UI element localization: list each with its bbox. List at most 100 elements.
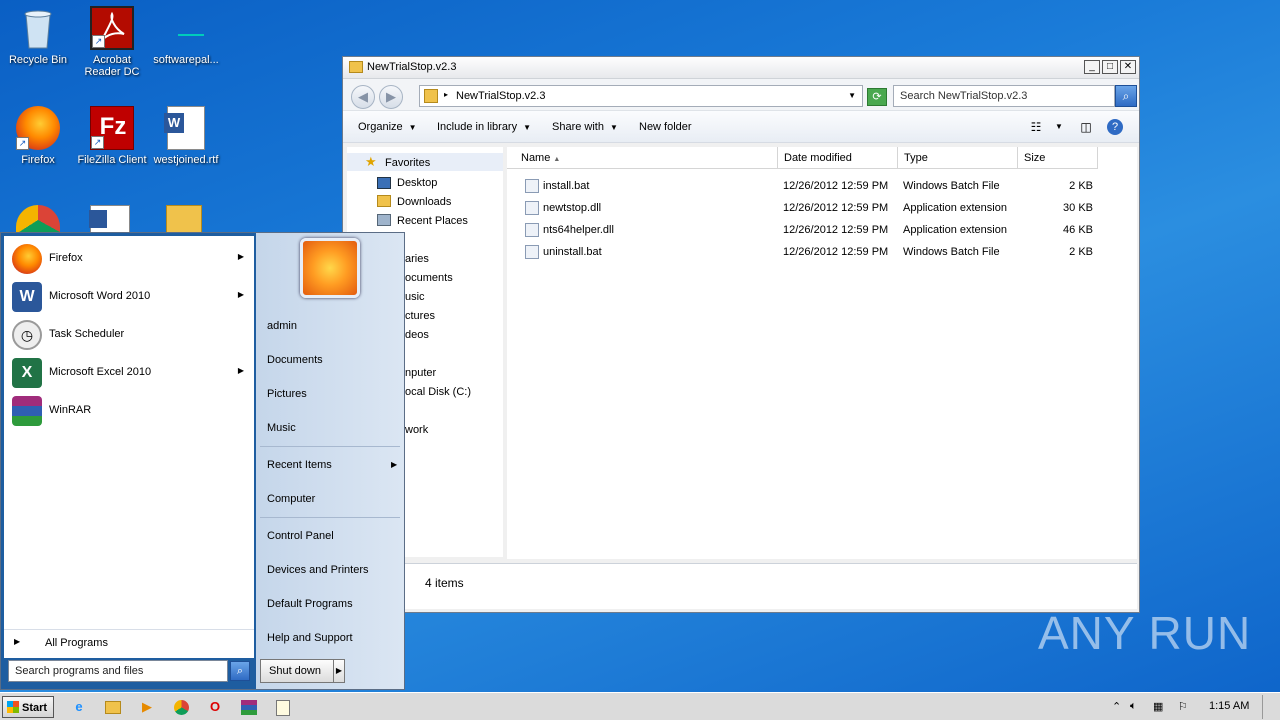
new-folder-button[interactable]: New folder (639, 121, 692, 133)
nav-libraries[interactable]: aries (405, 253, 429, 265)
share-with-menu[interactable]: Share with ▼ (552, 121, 618, 133)
place-default-programs[interactable]: Default Programs (267, 598, 353, 610)
column-header-type[interactable]: Type (898, 147, 1018, 169)
nav-desktop[interactable]: Desktop (397, 177, 437, 189)
start-menu: Firefox ▶ W Microsoft Word 2010 ▶ ◷ Task… (0, 232, 405, 690)
breadcrumb-arrow-icon[interactable]: ▸ (444, 90, 448, 99)
file-date: 12/26/2012 12:59 PM (783, 202, 889, 214)
submenu-arrow-icon[interactable]: ▶ (238, 366, 244, 375)
ie-icon[interactable]: e (66, 696, 92, 718)
excel-icon: X (12, 358, 42, 388)
nav-local-disk[interactable]: ocal Disk (C:) (405, 386, 471, 398)
program-label: WinRAR (49, 404, 92, 416)
column-header-name[interactable]: Name ▲ (507, 147, 778, 169)
nav-music[interactable]: usic (405, 291, 425, 303)
view-options-icon[interactable]: ☷ (1028, 119, 1044, 135)
place-music[interactable]: Music (267, 422, 296, 434)
place-recent-items[interactable]: Recent Items (267, 459, 332, 471)
user-avatar[interactable] (300, 238, 360, 298)
volume-icon[interactable]: 🔈︎ (1130, 700, 1137, 713)
nav-favorites[interactable]: Favorites (385, 157, 430, 169)
program-word[interactable]: W Microsoft Word 2010 ▶ (4, 278, 254, 314)
column-header-date-modified[interactable]: Date modified (778, 147, 898, 169)
file-type: Application extension (903, 224, 1007, 236)
place-help-support[interactable]: Help and Support (267, 632, 353, 644)
place-control-panel[interactable]: Control Panel (267, 530, 334, 542)
nav-network[interactable]: work (405, 424, 428, 436)
place-devices-printers[interactable]: Devices and Printers (267, 564, 369, 576)
shortcut-arrow-icon: ↗ (92, 35, 105, 48)
program-excel[interactable]: X Microsoft Excel 2010 ▶ (4, 354, 254, 390)
action-center-flag-icon[interactable]: ⚐ (1178, 700, 1188, 713)
taskbar: Start e ▶ O ⌃ 🔈︎ ▦ ⚐ 1:15 AM (0, 692, 1280, 720)
search-input[interactable]: Search NewTrialStop.v2.3 (893, 85, 1115, 107)
opera-icon[interactable]: O (202, 696, 228, 718)
all-programs-label: All Programs (45, 637, 108, 649)
clock[interactable]: 1:15 AM (1209, 700, 1249, 712)
nav-downloads[interactable]: Downloads (397, 196, 451, 208)
explorer-titlebar[interactable]: NewTrialStop.v2.3 _ □ ✕ (343, 57, 1139, 79)
place-computer[interactable]: Computer (267, 493, 315, 505)
table-row[interactable]: nts64helper.dll 12/26/2012 12:59 PM Appl… (507, 219, 1137, 241)
notepad-icon[interactable] (270, 696, 296, 718)
nav-recent-places[interactable]: Recent Places (397, 215, 468, 227)
address-bar[interactable]: ▸ NewTrialStop.v2.3 ▼ (419, 85, 863, 107)
desktop-icon-folder-partial[interactable] (166, 205, 202, 233)
winrar-icon[interactable] (236, 696, 262, 718)
include-in-library-menu[interactable]: Include in library ▼ (437, 121, 531, 133)
desktop-icon-word-partial[interactable] (89, 205, 130, 233)
desktop-icon-filezilla[interactable]: Fz ↗ FileZilla Client (74, 106, 150, 166)
column-header-size[interactable]: Size (1018, 147, 1098, 169)
chevron-down-icon[interactable]: ▼ (848, 91, 856, 100)
desktop-icon-softwarepal[interactable]: softwarepal... (148, 6, 224, 66)
shutdown-options-arrow-icon[interactable]: ▶ (333, 659, 345, 683)
desktop-icon-westjoined[interactable]: W westjoined.rtf (148, 106, 224, 166)
start-menu-places: admin Documents Pictures Music Recent It… (256, 233, 404, 689)
forward-button[interactable]: ▶ (379, 85, 403, 109)
show-hidden-icons-icon[interactable]: ⌃ (1112, 700, 1121, 713)
all-programs-button[interactable]: ▶ All Programs (4, 629, 254, 655)
chevron-down-icon[interactable]: ▼ (1051, 119, 1067, 135)
table-row[interactable]: newtstop.dll 12/26/2012 12:59 PM Applica… (507, 197, 1137, 219)
desktop-icon-firefox[interactable]: ↗ Firefox (0, 106, 76, 166)
nav-documents[interactable]: ocuments (405, 272, 453, 284)
program-winrar[interactable]: WinRAR (4, 392, 254, 428)
place-documents[interactable]: Documents (267, 354, 323, 366)
nav-videos[interactable]: deos (405, 329, 429, 341)
maximize-button[interactable]: □ (1102, 60, 1118, 74)
program-firefox[interactable]: Firefox ▶ (4, 240, 254, 276)
show-desktop-button[interactable] (1262, 695, 1278, 719)
close-button[interactable]: ✕ (1120, 60, 1136, 74)
submenu-arrow-icon[interactable]: ▶ (238, 290, 244, 299)
file-size: 2 KB (1069, 180, 1093, 192)
place-user[interactable]: admin (267, 320, 297, 332)
program-task-scheduler[interactable]: ◷ Task Scheduler (4, 316, 254, 352)
help-icon[interactable]: ? (1107, 119, 1123, 135)
start-button[interactable]: Start (2, 696, 54, 718)
desktop-icon-acrobat[interactable]: ↗ Acrobat Reader DC (74, 6, 150, 78)
explorer-window[interactable]: NewTrialStop.v2.3 _ □ ✕ ◀ ▶ ▸ NewTrialSt… (342, 56, 1140, 613)
submenu-arrow-icon[interactable]: ▶ (391, 460, 397, 469)
desktop-icon-chrome-partial[interactable] (16, 205, 60, 235)
table-row[interactable]: uninstall.bat 12/26/2012 12:59 PM Window… (507, 241, 1137, 263)
back-button[interactable]: ◀ (351, 85, 375, 109)
nav-pictures[interactable]: ctures (405, 310, 435, 322)
search-icon[interactable]: ⌕ (1115, 85, 1137, 107)
desktop-icon-recycle-bin[interactable]: Recycle Bin (0, 6, 76, 66)
clock-icon: ◷ (12, 320, 42, 350)
refresh-button[interactable]: ⟳ (867, 88, 887, 106)
place-pictures[interactable]: Pictures (267, 388, 307, 400)
chrome-icon[interactable] (168, 696, 194, 718)
submenu-arrow-icon[interactable]: ▶ (238, 252, 244, 261)
organize-menu[interactable]: Organize ▼ (358, 121, 417, 133)
start-search-input[interactable]: Search programs and files (8, 660, 228, 682)
minimize-button[interactable]: _ (1084, 60, 1100, 74)
search-icon[interactable]: ⌕ (230, 661, 250, 681)
explorer-folder-icon[interactable] (100, 696, 126, 718)
table-row[interactable]: install.bat 12/26/2012 12:59 PM Windows … (507, 175, 1137, 197)
nav-computer[interactable]: nputer (405, 367, 436, 379)
media-player-icon[interactable]: ▶ (134, 696, 160, 718)
network-icon[interactable]: ▦ (1153, 700, 1163, 713)
preview-pane-icon[interactable]: ◫ (1078, 119, 1094, 135)
shutdown-button[interactable]: Shut down (260, 659, 334, 683)
